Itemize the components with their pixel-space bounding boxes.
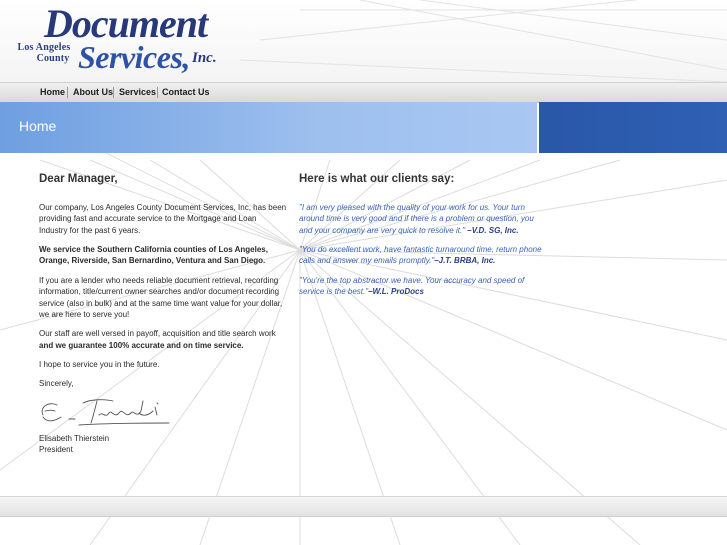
main-nav: Home About Us Services Contact Us: [0, 82, 727, 103]
site-header: Los Angeles County Document Services, In…: [0, 0, 727, 82]
staff-text: Our staff are well versed in payoff, acq…: [39, 329, 276, 339]
nav-separator: [67, 87, 68, 98]
testimonial-author: –V.D. SG, Inc.: [467, 225, 519, 235]
logo-word-inc: Inc.: [192, 50, 217, 66]
nav-about-us[interactable]: About Us: [73, 83, 113, 102]
nav-services[interactable]: Services: [119, 83, 156, 102]
letter-column: Dear Manager, Our company, Los Angeles C…: [39, 173, 287, 456]
banner-dark-panel: [539, 102, 727, 153]
logo-word-services: Services,: [78, 39, 190, 75]
testimonial-item: "You're the top abstractor we have. Your…: [299, 275, 549, 298]
letter-paragraph-hope: I hope to service you in the future.: [39, 360, 160, 370]
testimonial-item: "You do excellent work, have fantastic t…: [299, 244, 549, 267]
testimonials-column: Here is what our clients say: "I am very…: [299, 173, 549, 305]
letter-closing: Sincerely,: [39, 379, 74, 389]
page: Los Angeles County Document Services, In…: [0, 0, 727, 545]
page-title: Home: [19, 118, 57, 134]
signature-image: [41, 399, 170, 426]
guarantee-text: and we guarantee 100% accurate and on ti…: [39, 341, 244, 351]
nav-separator: [113, 87, 114, 98]
letter-heading: Dear Manager,: [39, 173, 118, 185]
letter-paragraph-intro: Our company, Los Angeles County Document…: [39, 202, 287, 235]
testimonial-quote: "You do excellent work, have fantastic t…: [299, 244, 542, 266]
signer-title: President: [39, 445, 73, 455]
letter-paragraph-staff: Our staff are well versed in payoff, acq…: [39, 328, 287, 351]
testimonial-item: "I am very pleased with the quality of y…: [299, 202, 549, 237]
nav-home[interactable]: Home: [40, 83, 65, 102]
testimonials-heading: Here is what our clients say:: [299, 173, 455, 185]
counties-text: We service the Southern California count…: [39, 244, 268, 266]
letter-paragraph-lenders: If you are a lender who needs reliable d…: [39, 275, 283, 320]
banner-light-panel: Home: [0, 102, 537, 153]
signer-name: Elisabeth Thierstein: [39, 433, 110, 443]
letter-paragraph-counties: We service the Southern California count…: [39, 244, 287, 267]
site-footer: [0, 496, 727, 517]
company-logo[interactable]: Los Angeles County Document Services, In…: [8, 4, 238, 78]
nav-contact-us[interactable]: Contact Us: [162, 83, 210, 102]
testimonial-author: –J.T. BRBA, Inc.: [434, 256, 496, 266]
nav-separator: [157, 87, 158, 98]
page-banner: Home: [0, 102, 727, 153]
testimonial-author: –W.L. ProDocs: [368, 287, 424, 297]
logo-word-document: Document: [44, 1, 208, 46]
